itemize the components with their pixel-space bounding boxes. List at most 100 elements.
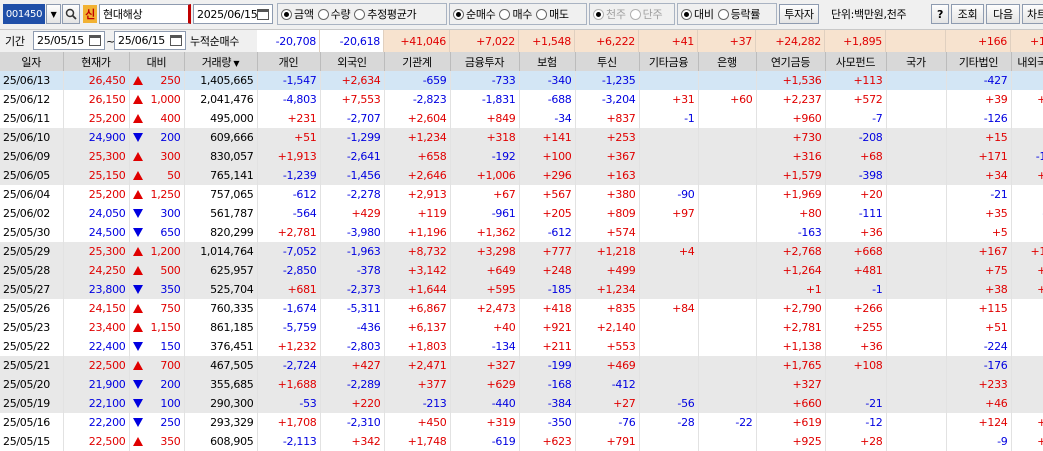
table-row[interactable]: 25/06/09 25,300 300 830,057 +1,913 -2,641 +658… [0,147,1043,166]
price-cell: 25,300 [63,147,130,166]
column-header[interactable]: 국가 [886,52,947,71]
table-row[interactable]: 25/06/12 26,150 1,000 2,041,476 -4,803 +7,553… [0,90,1043,109]
radio-compare[interactable] [681,8,692,20]
table-row[interactable]: 25/05/23 23,400 1,150 861,185 -5,759 -436 +6,1… [0,318,1043,337]
table-row[interactable]: 25/05/21 22,500 700 467,505 -2,724 +427 +2,471… [0,356,1043,375]
radio-net-buy-label: 순매수 [466,8,496,21]
table-row[interactable]: 25/06/02 24,050 300 561,787 -564 +429 +119 -961… [0,204,1043,223]
table-row[interactable]: 25/05/29 25,300 1,200 1,014,764 -7,052 -1,963… [0,242,1043,261]
help-button[interactable]: ? [931,4,949,24]
calendar-icon[interactable] [89,35,101,46]
down-triangle-icon [132,399,143,408]
table-row[interactable]: 25/05/16 22,200 250 293,329 +1,708 -2,310 +450… [0,413,1043,432]
investor-value-cell: +318 [450,128,520,147]
investor-value-cell: +115 [1011,242,1043,261]
column-header[interactable]: 내외국인 [1011,52,1043,71]
radio-net-buy[interactable] [453,8,464,20]
radio-thousand-shares[interactable] [593,8,604,20]
radio-change-rate[interactable] [717,8,729,20]
date-cell: 25/05/29 [0,242,64,261]
column-header[interactable]: 금융투자 [450,52,520,71]
column-header[interactable]: 기타법인 [946,52,1012,71]
column-header[interactable]: 개인 [257,52,321,71]
radio-amount[interactable] [281,8,292,20]
table-row[interactable]: 25/05/30 24,500 650 820,299 +2,781 -3,980 +1,1… [0,223,1043,242]
investor-value-cell: -619 [450,432,520,451]
investor-value-cell: +342 [320,432,385,451]
column-header[interactable]: 거래량 ▼ [184,52,258,71]
chart-button[interactable]: 차트 [1022,4,1043,24]
query-button[interactable]: 조회 [951,4,984,24]
column-header[interactable]: 은행 [698,52,757,71]
table-row[interactable]: 25/06/13 26,450 250 1,405,665 -1,547 +2,634 -6… [0,71,1043,90]
sort-dropdown-icon[interactable]: ▼ [231,59,239,68]
calendar-icon[interactable] [170,35,182,46]
table-row[interactable]: 25/05/20 21,900 200 355,685 +1,688 -2,289 +377… [0,375,1043,394]
radio-quantity-label: 수량 [330,8,351,21]
column-header[interactable]: 현재가 [63,52,130,71]
column-header[interactable]: 외국인 [320,52,385,71]
table-row[interactable]: 25/05/15 22,500 350 608,905 -2,113 +342 +1,748… [0,432,1043,451]
column-header[interactable]: 투신 [575,52,640,71]
radio-sell[interactable] [536,8,548,20]
change-value: 200 [160,131,181,144]
investor-value-cell: +777 [519,242,576,261]
header-row: 일자 현재가 대비 거래량 ▼ 개인 외국인 기관계 금융투자 보험 투신 기타금융 은행 연기금등 사모… [0,52,1043,71]
investor-value-cell: -2,707 [320,109,385,128]
date-cell: 25/05/22 [0,337,64,356]
column-header-label: 현재가 [81,55,111,69]
column-header[interactable]: 사모펀드 [825,52,887,71]
investor-value-cell: +316 [756,147,826,166]
volume-cell: 608,905 [184,432,258,451]
table-row[interactable]: 25/05/26 24,150 750 760,335 -1,674 -5,311 +6,8… [0,299,1043,318]
search-button[interactable] [62,4,80,24]
next-button[interactable]: 다음 [986,4,1020,24]
period-from-input[interactable]: 25/05/15 [33,31,105,50]
column-header[interactable]: 대비 [129,52,185,71]
investor-value-cell [639,318,699,337]
investor-value-cell: -436 [320,318,385,337]
radio-quantity[interactable] [317,8,329,20]
cumulative-value: +24,282 [756,30,825,52]
investor-value-cell [886,413,947,432]
investor-button[interactable]: 투자자 [779,4,819,24]
radio-single-shares[interactable] [629,8,641,20]
investor-value-cell: -2 [1011,109,1043,128]
table-row[interactable]: 25/05/22 22,400 150 376,451 +1,232 -2,803 +1,8… [0,337,1043,356]
investor-value-cell: +925 [756,432,826,451]
column-header[interactable]: 연기금등 [756,52,826,71]
table-row[interactable]: 25/06/10 24,900 200 609,666 +51 -1,299 +1,234 +… [0,128,1043,147]
table-row[interactable]: 25/05/19 22,100 100 290,300 -53 +220 -213 -440-… [0,394,1043,413]
stock-code-input[interactable]: 001450 [3,4,45,24]
column-header[interactable]: 기관계 [384,52,451,71]
investor-value-cell: -2,724 [257,356,321,375]
column-header[interactable]: 일자 [0,52,64,71]
date-cell: 25/06/11 [0,109,64,128]
investor-value-cell: +3,142 [384,261,451,280]
column-header[interactable]: 보험 [519,52,576,71]
investor-value-cell: +572 [825,90,887,109]
table-row[interactable]: 25/05/28 24,250 500 625,957 -2,850 -378 +3,142… [0,261,1043,280]
table-row[interactable]: 25/06/11 25,200 400 495,000 +231 -2,707 +2,604… [0,109,1043,128]
investor-value-cell: +2,471 [384,356,451,375]
investor-value-cell: -412 [575,375,640,394]
investor-value-cell: -12 [825,413,887,432]
calendar-icon[interactable] [257,8,269,20]
code-dropdown-button[interactable]: ▼ [46,4,61,24]
investor-value-cell: +46 [946,394,1012,413]
table-row[interactable]: 25/06/04 25,200 1,250 757,065 -612 -2,278 +2,9… [0,185,1043,204]
radio-avg-price[interactable] [354,8,366,20]
investor-value-cell: +960 [756,109,826,128]
investor-value-cell: -208 [825,128,887,147]
investor-value-cell: +2,768 [756,242,826,261]
table-row[interactable]: 25/06/05 25,150 50 765,141 -1,239 -1,456 +2,64… [0,166,1043,185]
investor-value-cell: +1,138 [756,337,826,356]
date-input[interactable]: 2025/06/15 [193,4,273,24]
investor-value-cell: -2,823 [384,90,451,109]
period-to-input[interactable]: 25/06/15 [114,31,186,50]
radio-buy[interactable] [499,8,511,20]
date-cell: 25/06/02 [0,204,64,223]
table-row[interactable]: 25/05/27 23,800 350 525,704 +681 -2,373 +1,644… [0,280,1043,299]
price-cell: 25,300 [63,242,130,261]
column-header[interactable]: 기타금융 [639,52,699,71]
